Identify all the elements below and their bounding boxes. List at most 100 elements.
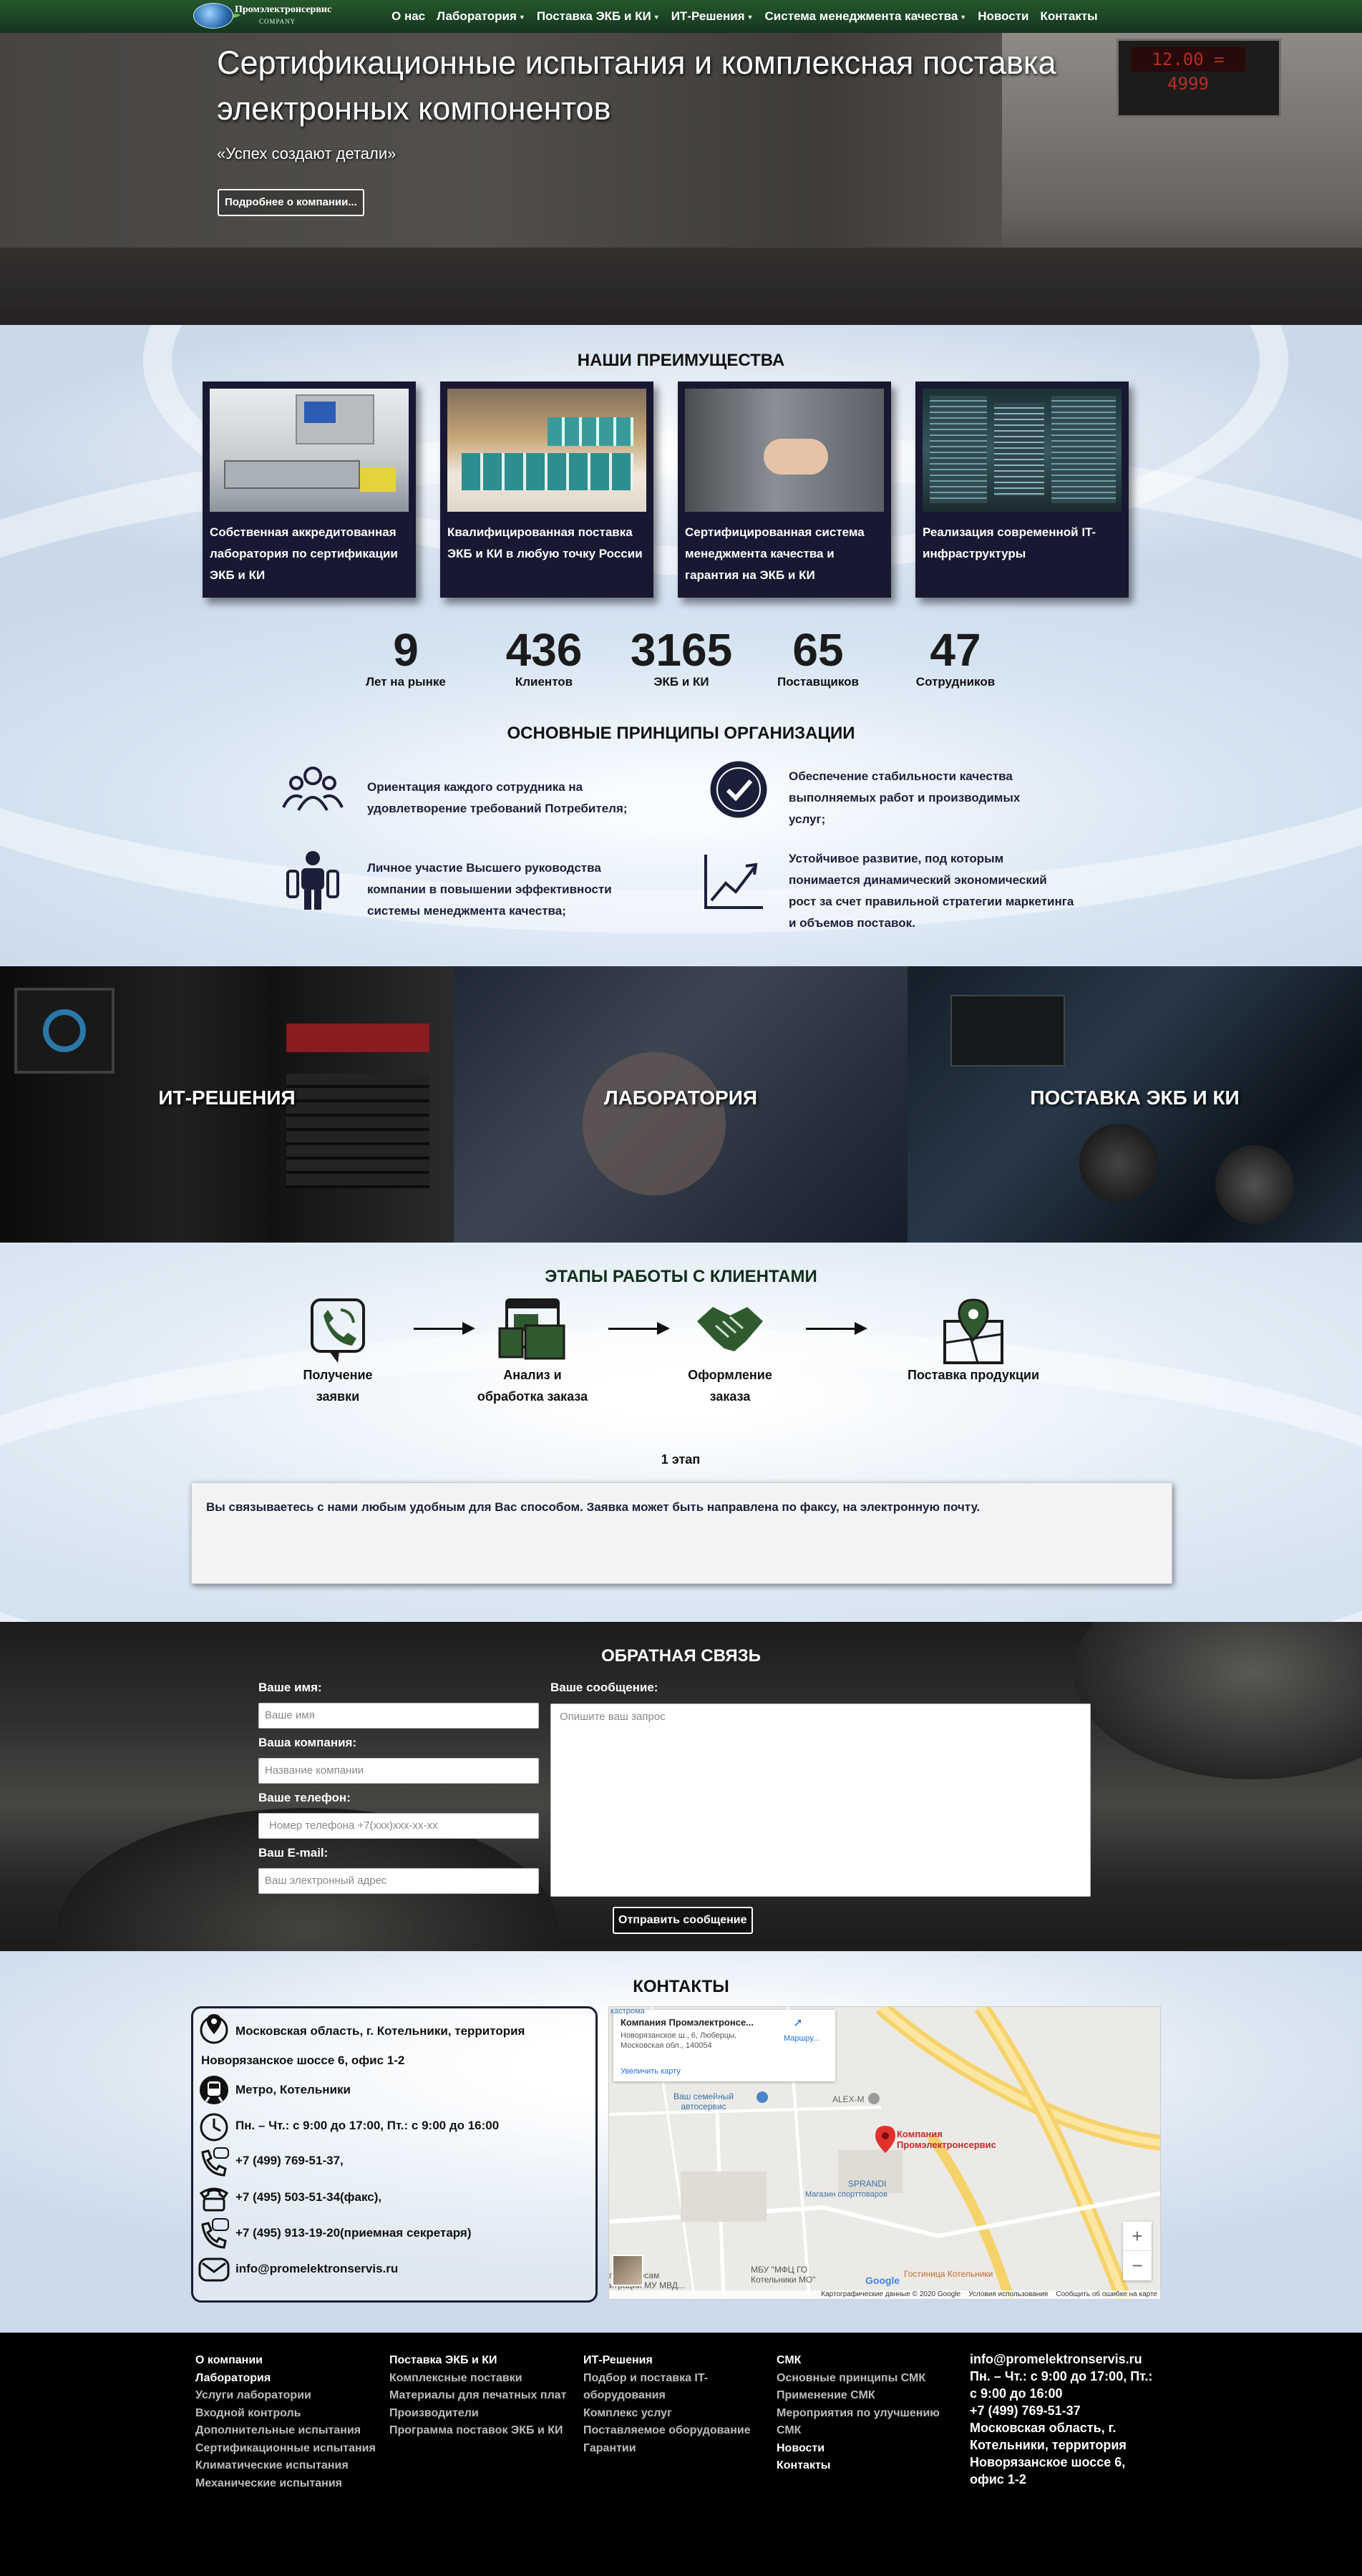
caret-down-icon: ▼: [653, 13, 660, 21]
footer-phone[interactable]: +7 (499) 769-51-37: [970, 2402, 1163, 2419]
map-route-link[interactable]: Маршру...: [784, 2034, 819, 2043]
map-poi-icon[interactable]: [868, 2093, 880, 2104]
tile-supply[interactable]: ПОСТАВКА ЭКБ И КИ: [908, 966, 1362, 1243]
nav-item-it-solutions[interactable]: ИТ-Решения ▼: [671, 9, 754, 24]
principle-text: Устойчивое развитие, под которым понимае…: [789, 852, 1074, 930]
stat-employees: 47 Сотрудников: [898, 625, 1013, 689]
message-textarea[interactable]: Опишите ваш запрос: [550, 1703, 1091, 1897]
footer-link[interactable]: Контакты: [777, 2457, 940, 2475]
footer-link[interactable]: Подбор и поставка IT-: [583, 2370, 751, 2388]
advantage-card-supply[interactable]: Квалифицированная поставка ЭКБ и КИ в лю…: [440, 381, 653, 598]
feedback-title: ОБРАТНАЯ СВЯЗЬ: [601, 1646, 761, 1666]
footer-link[interactable]: Поставляемое оборудование: [583, 2422, 751, 2440]
map-report-link[interactable]: Сообщить об ошибке на карте: [1056, 2290, 1157, 2298]
footer-link[interactable]: Программа поставок ЭКБ и КИ: [389, 2422, 566, 2440]
contact-email[interactable]: info@promelektronservis.ru: [235, 2258, 398, 2280]
footer-link[interactable]: Климатические испытания: [195, 2457, 376, 2475]
footer-link[interactable]: Механические испытания: [195, 2475, 376, 2493]
footer-link[interactable]: Производители: [389, 2405, 566, 2423]
zoom-in-button[interactable]: +: [1123, 2222, 1152, 2250]
footer-link[interactable]: Основные принципы СМК: [777, 2370, 940, 2388]
stat-value: 9: [393, 624, 419, 676]
map-copyright: Картографические данные © 2020 Google: [821, 2290, 961, 2298]
email-envelope-icon: [198, 2257, 230, 2282]
footer-link[interactable]: О компании: [195, 2352, 376, 2370]
map-marker-icon[interactable]: [875, 2126, 895, 2153]
advantage-card-text: Собственная аккредитованная лаборатория …: [210, 525, 398, 582]
company-input[interactable]: Название компании: [258, 1758, 539, 1784]
advantage-card-text: Сертифицированная система менеджмента ка…: [685, 525, 865, 582]
footer-link[interactable]: Материалы для печатных плат: [389, 2387, 566, 2405]
footer-link[interactable]: ИТ-Решения: [583, 2352, 751, 2370]
address-line-2: Новорязанское шоссе 6, офис 1-2: [201, 2053, 405, 2067]
advantage-card-quality[interactable]: Сертифицированная система менеджмента ка…: [678, 381, 891, 598]
footer-column-supply: Поставка ЭКБ и КИ Комплексные поставки М…: [389, 2352, 566, 2440]
phone-2-fax[interactable]: +7 (495) 503-51-34(факс),: [235, 2187, 381, 2208]
company-logo[interactable]: Промэлектронсервис COMPANY: [193, 2, 331, 29]
company-label: Ваша компания:: [258, 1736, 357, 1749]
advantage-card-it[interactable]: Реализация современной IT-инфраструктуры: [915, 381, 1129, 598]
hero-title: Сертификационные испытания и комплексная…: [217, 44, 1056, 127]
footer-link[interactable]: Дополнительные испытания: [195, 2422, 376, 2440]
google-map[interactable]: Компания Промэлектронсе... Новорязанское…: [608, 2006, 1161, 2300]
tile-laboratory[interactable]: ЛАБОРАТОРИЯ: [454, 966, 908, 1243]
directions-icon[interactable]: ➚: [791, 2016, 805, 2030]
handshake-icon[interactable]: [694, 1297, 766, 1366]
footer-link[interactable]: Комплексные поставки: [389, 2370, 566, 2388]
footer-link[interactable]: Поставка ЭКБ и КИ: [389, 2352, 566, 2370]
phone-input[interactable]: Номер телефона +7(xxx)xxx-xx-xx: [258, 1813, 539, 1839]
phone-3-secretary[interactable]: +7 (495) 913-19-20(приемная секретаря): [235, 2222, 472, 2244]
contacts-title: КОНТАКТЫ: [633, 1977, 729, 1996]
footer-link[interactable]: Лаборатория: [195, 2370, 376, 2388]
phone-1[interactable]: +7 (499) 769-51-37,: [235, 2150, 344, 2172]
google-logo: Google: [865, 2275, 900, 2286]
map-pin-icon[interactable]: [938, 1297, 1009, 1366]
phone-label: Ваше телефон:: [258, 1791, 351, 1804]
stat-years: 9 Лет на рынке: [349, 625, 463, 689]
map-poi-icon[interactable]: [757, 2091, 768, 2103]
footer-email[interactable]: info@promelektronservis.ru: [970, 2351, 1163, 2368]
map-enlarge-link[interactable]: Увеличить карту: [621, 2067, 681, 2076]
nav-item-quality-system[interactable]: Система менеджмента качества ▼: [765, 9, 967, 24]
stat-value: 3165: [630, 624, 733, 676]
footer-link[interactable]: Комплекс услуг: [583, 2405, 751, 2423]
footer-link[interactable]: СМК: [777, 2352, 940, 2370]
arrow-right-icon: [806, 1322, 867, 1335]
footer-link[interactable]: Применение СМК: [777, 2387, 940, 2405]
stage-label: Поставка продукции: [907, 1368, 1040, 1382]
send-message-button[interactable]: Отправить сообщение: [613, 1907, 753, 1934]
footer-link[interactable]: Гарантии: [583, 2440, 751, 2458]
caret-down-icon: ▼: [746, 13, 754, 21]
analysis-screens-icon[interactable]: [497, 1297, 568, 1366]
name-input[interactable]: Ваше имя: [258, 1703, 539, 1729]
nav-item-supply[interactable]: Поставка ЭКБ и КИ ▼: [537, 9, 660, 24]
footer-address: Новорязанское шоссе 6,: [970, 2455, 1126, 2469]
email-input[interactable]: Ваш электронный адрес: [258, 1868, 539, 1894]
footer-address: Московская область, г.: [970, 2421, 1117, 2435]
map-footer: Картографические данные © 2020 Google Ус…: [609, 2290, 1160, 2299]
tile-it-solutions[interactable]: ИТ-РЕШЕНИЯ: [0, 966, 454, 1243]
footer-link[interactable]: оборудования: [583, 2387, 751, 2405]
phone-call-icon[interactable]: [302, 1297, 374, 1366]
name-label: Ваше имя:: [258, 1681, 322, 1694]
footer-link[interactable]: СМК: [777, 2422, 940, 2440]
footer-link[interactable]: Мероприятия по улучшению: [777, 2405, 940, 2423]
nav-item-about[interactable]: О нас: [391, 9, 425, 24]
footer-link[interactable]: Услуги лаборатории: [195, 2387, 376, 2405]
stat-label: Клиентов: [515, 675, 573, 689]
map-terms-link[interactable]: Условия использования: [968, 2290, 1048, 2298]
advantage-card-laboratory[interactable]: Собственная аккредитованная лаборатория …: [203, 381, 416, 598]
footer-hours: с 9:00 до 16:00: [970, 2386, 1063, 2401]
nav-item-contacts[interactable]: Контакты: [1041, 9, 1098, 24]
footer-link[interactable]: Новости: [777, 2440, 940, 2458]
leaders-icon: [286, 851, 339, 910]
nav-item-news[interactable]: Новости: [978, 9, 1028, 24]
map-satellite-toggle[interactable]: [612, 2255, 643, 2286]
zoom-out-button[interactable]: −: [1123, 2250, 1152, 2279]
footer-link[interactable]: Входной контроль: [195, 2405, 376, 2423]
about-company-button[interactable]: Подробнее о компании...: [218, 189, 364, 216]
stage-description: Вы связываетесь с нами любым удобным для…: [206, 1500, 981, 1514]
nav-item-laboratory[interactable]: Лаборатория ▼: [437, 9, 525, 24]
footer-link[interactable]: Сертификационные испытания: [195, 2440, 376, 2458]
map-label: ALEX-M: [832, 2094, 865, 2104]
